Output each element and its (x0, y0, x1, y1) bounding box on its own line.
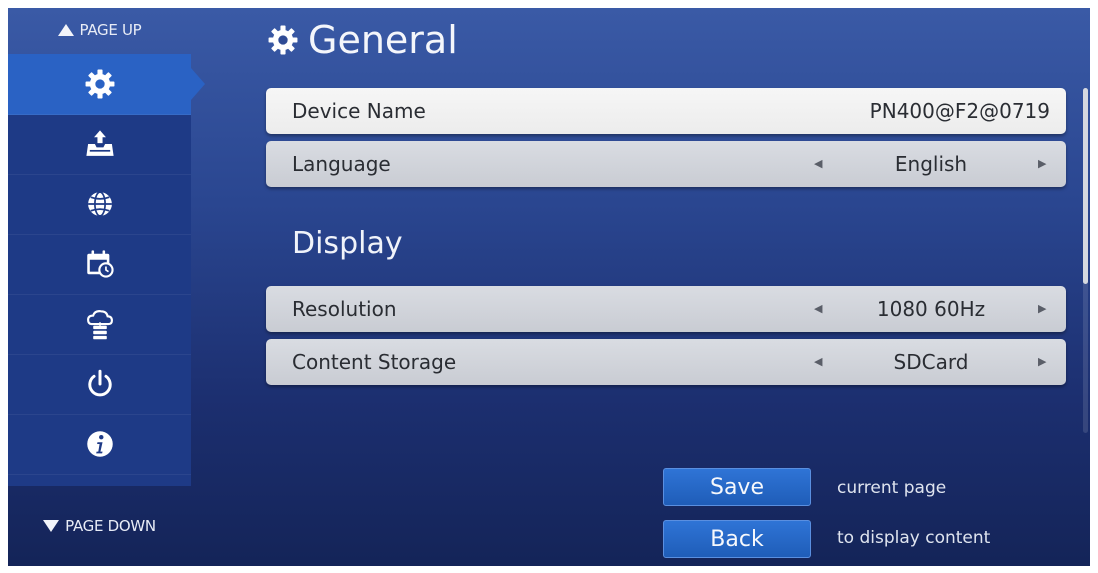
resolution-label: Resolution (292, 297, 397, 321)
triangle-down-icon (43, 520, 60, 532)
page-down-button[interactable]: PAGE DOWN (8, 506, 191, 546)
upload-tray-icon (85, 130, 114, 156)
page-header: General (266, 14, 458, 66)
content-storage-value: SDCard (893, 350, 969, 374)
display-section-title: Display (292, 226, 403, 261)
page-up-label: PAGE UP (79, 21, 142, 39)
device-name-row[interactable]: Device Name PN400@F2@0719 (266, 88, 1066, 134)
triangle-up-icon (57, 24, 74, 36)
globe-icon (87, 191, 112, 217)
arrow-right-icon[interactable]: ▶ (1038, 141, 1046, 187)
device-name-label: Device Name (292, 99, 426, 123)
save-button[interactable]: Save (663, 468, 811, 506)
sidebar-item-general[interactable] (8, 54, 205, 115)
sidebar-item-power[interactable] (8, 354, 191, 415)
scrollbar[interactable] (1083, 88, 1088, 433)
sidebar-item-info[interactable] (8, 414, 191, 475)
info-icon (86, 431, 113, 457)
sidebar-item-upload[interactable] (8, 114, 191, 175)
power-icon (87, 369, 112, 397)
calendar-clock-icon (86, 250, 114, 278)
sidebar-item-schedule[interactable] (8, 234, 191, 295)
page-down-label: PAGE DOWN (65, 517, 156, 535)
device-name-value: PN400@F2@0719 (869, 99, 1050, 123)
language-label: Language (292, 152, 391, 176)
sidebar (8, 54, 205, 486)
save-note: current page (837, 478, 947, 498)
cloud-server-icon (86, 310, 113, 340)
language-value: English (894, 152, 968, 176)
sidebar-item-network[interactable] (8, 174, 191, 235)
resolution-value: 1080 60Hz (876, 297, 986, 321)
page-title: General (308, 18, 458, 62)
settings-screen: PAGE UP PAGE DOWN General Device Name PN… (8, 8, 1090, 566)
arrow-right-icon[interactable]: ▶ (1038, 339, 1046, 385)
resolution-row[interactable]: Resolution ◀ 1080 60Hz ▶ (266, 286, 1066, 332)
arrow-right-icon[interactable]: ▶ (1038, 286, 1046, 332)
gear-icon (85, 69, 114, 99)
content-storage-row[interactable]: Content Storage ◀ SDCard ▶ (266, 339, 1066, 385)
sidebar-item-cloud-server[interactable] (8, 294, 191, 355)
back-note: to display content (837, 528, 991, 548)
gear-icon (268, 25, 298, 55)
content-storage-label: Content Storage (292, 350, 457, 374)
language-row[interactable]: Language ◀ English ▶ (266, 141, 1066, 187)
page-up-button[interactable]: PAGE UP (8, 10, 191, 50)
scrollbar-thumb[interactable] (1083, 88, 1088, 284)
back-button[interactable]: Back (663, 520, 811, 558)
